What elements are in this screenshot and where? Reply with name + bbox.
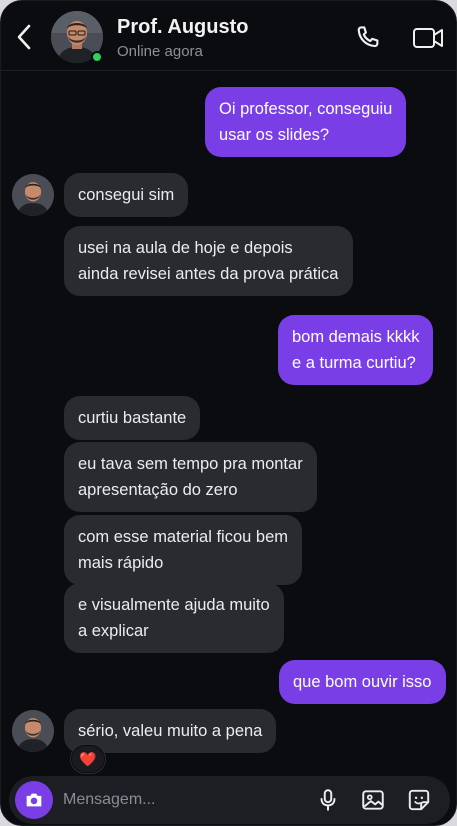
message-outgoing[interactable]: bom demais kkkk e a turma curtiu? [278, 315, 434, 385]
message-line: usar os slides? [219, 126, 330, 144]
message-line: curtiu bastante [78, 409, 187, 427]
message-line: e a turma curtiu? [292, 354, 416, 372]
message-incoming[interactable]: usei na aula de hoje e depois ainda revi… [64, 226, 353, 296]
message-line: e visualmente ajuda muito [78, 596, 270, 614]
sender-avatar[interactable] [12, 174, 54, 216]
message-line: eu tava sem tempo pra montar [78, 455, 303, 473]
message-reaction[interactable]: ❤️ [71, 745, 105, 773]
microphone-icon [320, 789, 336, 811]
back-button[interactable] [11, 21, 39, 53]
video-call-button[interactable] [411, 23, 445, 53]
online-status-dot [91, 51, 103, 63]
message-line: apresentação do zero [78, 481, 238, 499]
chevron-left-icon [17, 24, 31, 50]
message-input[interactable] [63, 784, 293, 816]
message-line: Oi professor, conseguiu [219, 100, 393, 118]
message-line: mais rápido [78, 554, 164, 572]
gallery-button[interactable] [360, 787, 386, 813]
message-incoming[interactable]: e visualmente ajuda muito a explicar [64, 583, 284, 653]
message-incoming[interactable]: consegui sim [64, 173, 189, 217]
sticker-icon [408, 789, 430, 811]
image-icon [362, 790, 384, 810]
message-composer [9, 776, 450, 824]
message-line: bom demais kkkk [292, 328, 420, 346]
phone-icon [357, 26, 379, 48]
message-incoming[interactable]: curtiu bastante [64, 396, 201, 440]
person-photo-icon [12, 174, 54, 216]
message-outgoing[interactable]: que bom ouvir isso [279, 660, 446, 704]
heart-icon: ❤️ [79, 751, 97, 767]
message-line: com esse material ficou bem [78, 528, 288, 546]
camera-icon [26, 793, 42, 807]
camera-button[interactable] [15, 781, 53, 819]
person-photo-icon [12, 710, 54, 752]
contact-avatar[interactable] [51, 11, 105, 65]
voice-call-button[interactable] [353, 23, 383, 53]
sticker-button[interactable] [406, 787, 432, 813]
message-line: sério, valeu muito a pena [78, 722, 263, 740]
message-line: que bom ouvir isso [293, 673, 432, 691]
message-line: usei na aula de hoje e depois [78, 239, 293, 257]
contact-name[interactable]: Prof. Augusto [117, 16, 248, 39]
contact-status: Online agora [117, 43, 203, 60]
sender-avatar[interactable] [12, 710, 54, 752]
chat-header: Prof. Augusto Online agora [1, 1, 456, 71]
chat-screen: Prof. Augusto Online agora Oi professor,… [0, 0, 457, 826]
video-camera-icon [413, 28, 443, 48]
message-line: a explicar [78, 622, 149, 640]
message-outgoing[interactable]: Oi professor, conseguiu usar os slides? [205, 87, 407, 157]
message-line: ainda revisei antes da prova prática [78, 265, 339, 283]
message-incoming[interactable]: com esse material ficou bem mais rápido [64, 515, 302, 585]
message-line: consegui sim [78, 186, 175, 204]
microphone-button[interactable] [315, 787, 341, 813]
message-incoming[interactable]: eu tava sem tempo pra montar apresentaçã… [64, 442, 317, 512]
